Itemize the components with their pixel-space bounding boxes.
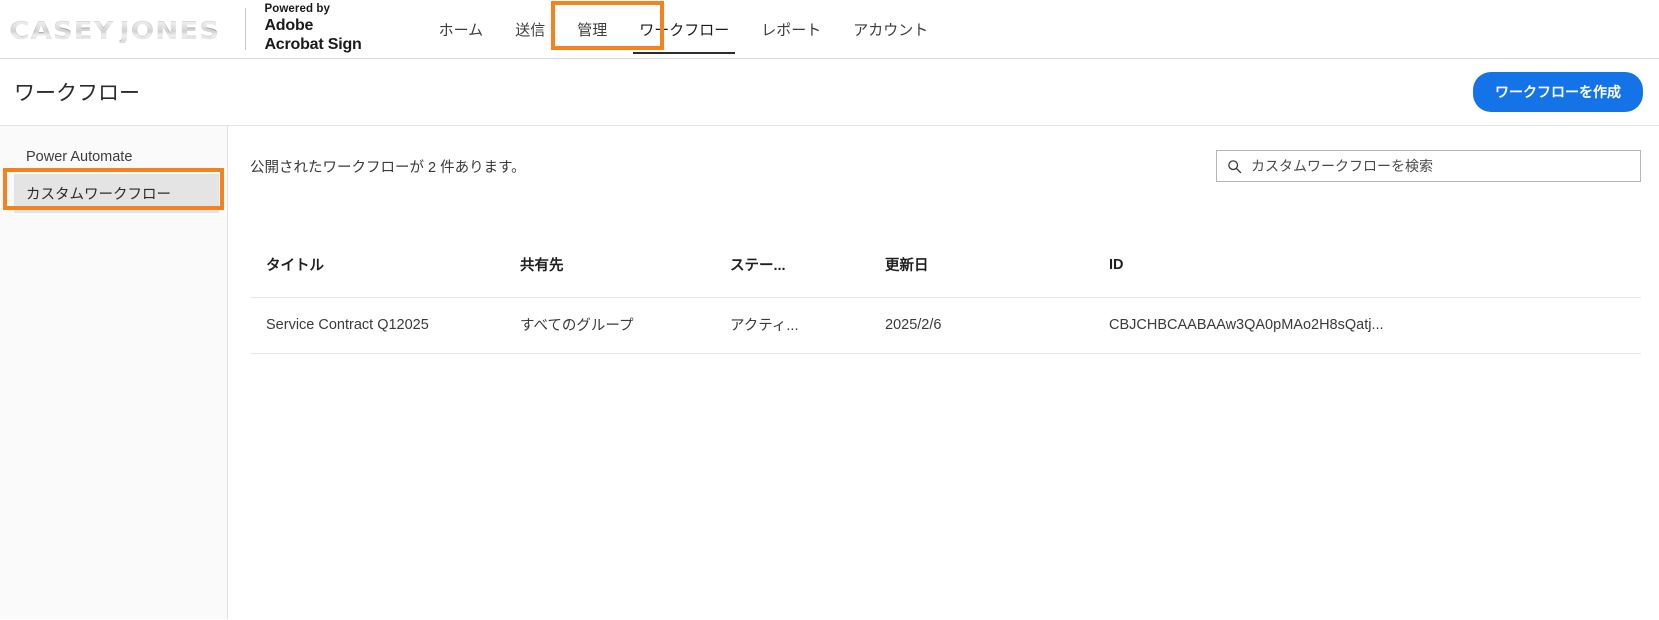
published-workflow-count: 公開されたワークフローが 2 件あります。 bbox=[250, 159, 526, 176]
nav-item-send[interactable]: 送信 bbox=[499, 0, 561, 58]
page-title: ワークフロー bbox=[14, 82, 140, 105]
sidebar-item-custom-workflow[interactable]: カスタムワークフロー bbox=[14, 174, 219, 213]
nav-item-workflow[interactable]: ワークフロー bbox=[623, 0, 745, 58]
column-header-shared-with[interactable]: 共有先 bbox=[520, 254, 730, 298]
search-input[interactable] bbox=[1251, 158, 1630, 174]
sidebar-item-power-automate[interactable]: Power Automate bbox=[0, 140, 227, 174]
top-navigation-bar: CASEY JONES Powered by Adobe Acrobat Sig… bbox=[0, 0, 1659, 59]
company-logo-word-2: JONES bbox=[119, 15, 221, 45]
column-header-status[interactable]: ステー... bbox=[730, 254, 885, 298]
main-content: 公開されたワークフローが 2 件あります。 タイトル 共有先 ステー... 更新… bbox=[228, 126, 1659, 619]
workflow-table: タイトル 共有先 ステー... 更新日 ID Service Contract … bbox=[250, 254, 1641, 354]
cell-status: アクティ... bbox=[730, 297, 885, 354]
column-header-title[interactable]: タイトル bbox=[250, 254, 520, 298]
table-header-row: タイトル 共有先 ステー... 更新日 ID bbox=[250, 254, 1641, 298]
nav-item-home[interactable]: ホーム bbox=[423, 0, 500, 58]
workflow-table-head: タイトル 共有先 ステー... 更新日 ID bbox=[250, 254, 1641, 298]
workflow-table-body: Service Contract Q12025 すべてのグループ アクティ...… bbox=[250, 297, 1641, 354]
brand-divider bbox=[245, 8, 247, 50]
company-logo[interactable]: CASEY JONES bbox=[9, 16, 219, 43]
nav-item-account[interactable]: アカウント bbox=[837, 0, 944, 58]
page-body: Power Automate カスタムワークフロー 公開されたワークフローが 2… bbox=[0, 126, 1659, 619]
table-row[interactable]: Service Contract Q12025 すべてのグループ アクティ...… bbox=[250, 297, 1641, 354]
content-header: 公開されたワークフローが 2 件あります。 bbox=[250, 126, 1641, 182]
adobe-acrobat-sign-logo: Powered by Adobe Acrobat Sign bbox=[264, 3, 361, 54]
search-icon bbox=[1227, 159, 1242, 174]
brand-zone: CASEY JONES Powered by Adobe Acrobat Sig… bbox=[0, 0, 362, 58]
search-box[interactable] bbox=[1216, 150, 1641, 182]
nav-item-reports[interactable]: レポート bbox=[745, 0, 837, 58]
page-header: ワークフロー ワークフローを作成 bbox=[0, 59, 1659, 126]
nav-item-manage[interactable]: 管理 bbox=[561, 0, 623, 58]
cell-updated: 2025/2/6 bbox=[885, 297, 1045, 354]
cell-id: CBJCHBCAABAAw3QA0pMAo2H8sQatj... bbox=[1045, 297, 1641, 354]
main-nav: ホーム 送信 管理 ワークフロー レポート アカウント bbox=[423, 0, 945, 58]
powered-by-label: Powered by bbox=[264, 3, 331, 16]
company-logo-word-1: CASEY bbox=[9, 15, 115, 45]
create-workflow-button[interactable]: ワークフローを作成 bbox=[1473, 72, 1643, 112]
sidebar: Power Automate カスタムワークフロー bbox=[0, 126, 228, 619]
cell-shared-with: すべてのグループ bbox=[520, 297, 730, 354]
column-header-id[interactable]: ID bbox=[1045, 254, 1641, 298]
acrobat-sign-label: Acrobat Sign bbox=[264, 35, 362, 53]
cell-title[interactable]: Service Contract Q12025 bbox=[250, 297, 520, 354]
column-header-updated[interactable]: 更新日 bbox=[885, 254, 1045, 298]
adobe-label: Adobe bbox=[264, 16, 314, 34]
